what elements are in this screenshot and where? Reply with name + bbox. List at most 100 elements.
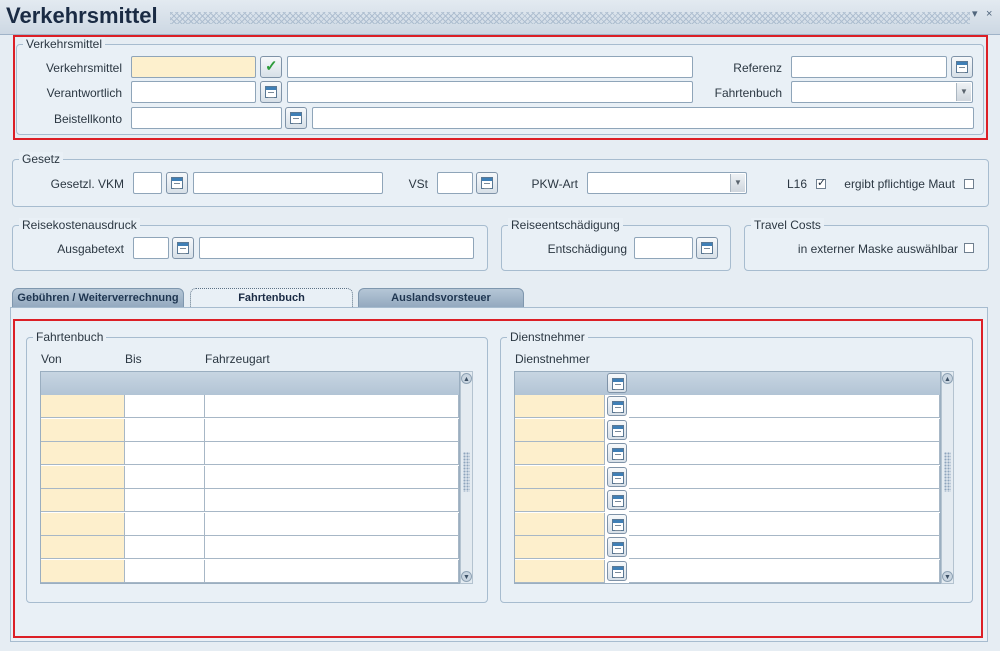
referenz-input[interactable] bbox=[791, 56, 947, 78]
externe-maske-checkbox[interactable] bbox=[964, 243, 974, 253]
vkm-input[interactable] bbox=[133, 172, 162, 194]
table-cell[interactable] bbox=[515, 442, 605, 465]
table-cell[interactable] bbox=[125, 395, 205, 418]
row-lookup-button[interactable] bbox=[607, 560, 627, 581]
tab-auslandsvorsteuer[interactable]: Auslandsvorsteuer bbox=[358, 288, 524, 308]
legend-gesetz: Gesetz bbox=[19, 152, 64, 166]
fahrtenbuch-grid bbox=[40, 371, 460, 584]
table-cell[interactable] bbox=[205, 418, 459, 442]
vkm-lookup-button[interactable] bbox=[166, 172, 188, 194]
table-cell[interactable] bbox=[41, 536, 125, 559]
table-cell[interactable] bbox=[629, 465, 940, 489]
legend-reiseentschaedigung: Reiseentschädigung bbox=[508, 218, 623, 232]
table-cell[interactable] bbox=[515, 465, 605, 489]
table-cell[interactable] bbox=[125, 489, 205, 512]
table-cell[interactable] bbox=[629, 512, 940, 536]
table-cell[interactable] bbox=[205, 465, 459, 489]
minimize-icon[interactable]: ▾ bbox=[972, 9, 982, 20]
table-cell[interactable] bbox=[515, 418, 605, 442]
table-cell[interactable] bbox=[125, 559, 205, 583]
row-lookup-button[interactable] bbox=[607, 537, 627, 557]
table-cell[interactable] bbox=[515, 512, 605, 536]
table-cell[interactable] bbox=[205, 536, 459, 559]
table-cell[interactable] bbox=[125, 465, 205, 489]
l16-checkbox[interactable] bbox=[816, 176, 826, 189]
scroll-down-icon[interactable]: ▼ bbox=[461, 571, 472, 582]
scroll-up-icon[interactable]: ▲ bbox=[942, 373, 953, 384]
verkehrsmittel-code-input[interactable] bbox=[131, 56, 256, 78]
table-cell[interactable] bbox=[41, 442, 125, 465]
row-lookup-button[interactable] bbox=[607, 373, 627, 393]
fahrtenbuch-select[interactable] bbox=[791, 81, 973, 103]
table-cell[interactable] bbox=[205, 489, 459, 512]
table-cell[interactable] bbox=[515, 536, 605, 559]
verkehrsmittel-description-input[interactable] bbox=[287, 56, 693, 78]
table-cell[interactable] bbox=[629, 395, 940, 418]
table-cell[interactable] bbox=[125, 536, 205, 559]
table-cell[interactable] bbox=[125, 418, 205, 442]
table-cell[interactable] bbox=[41, 512, 125, 536]
row-lookup-button[interactable] bbox=[607, 513, 627, 534]
list-icon bbox=[265, 86, 277, 98]
row-lookup-button[interactable] bbox=[607, 490, 627, 510]
list-icon bbox=[612, 378, 624, 390]
entschaedigung-input[interactable] bbox=[634, 237, 693, 259]
scroll-grip-icon[interactable] bbox=[944, 452, 951, 492]
pkw-art-select[interactable] bbox=[587, 172, 747, 194]
entschaedigung-lookup-button[interactable] bbox=[696, 237, 718, 259]
table-cell[interactable] bbox=[515, 559, 605, 583]
verantwortlich-lookup-button[interactable] bbox=[260, 81, 282, 103]
label-externe-maske: in externer Maske auswählbar bbox=[797, 242, 958, 256]
tab-fahrtenbuch[interactable]: Fahrtenbuch bbox=[190, 288, 353, 308]
tab-gebuehren[interactable]: Gebühren / Weiterverrechnung bbox=[12, 288, 184, 308]
table-cell[interactable] bbox=[41, 418, 125, 442]
table-cell[interactable] bbox=[41, 395, 125, 418]
fahrtenbuch-scrollbar[interactable]: ▲ ▼ bbox=[460, 371, 473, 584]
table-cell[interactable] bbox=[125, 442, 205, 465]
maut-checkbox[interactable] bbox=[964, 179, 974, 189]
row-lookup-button[interactable] bbox=[607, 466, 627, 487]
table-cell[interactable] bbox=[205, 512, 459, 536]
table-cell[interactable] bbox=[629, 442, 940, 465]
table-cell[interactable] bbox=[205, 395, 459, 418]
table-cell[interactable] bbox=[629, 418, 940, 442]
ausgabetext-code-input[interactable] bbox=[133, 237, 169, 259]
table-cell[interactable] bbox=[515, 395, 605, 418]
beistellkonto-name-input[interactable] bbox=[312, 107, 974, 129]
vst-input[interactable] bbox=[437, 172, 473, 194]
verantwortlich-name-input[interactable] bbox=[287, 81, 693, 103]
scroll-up-icon[interactable]: ▲ bbox=[461, 373, 472, 384]
verantwortlich-code-input[interactable] bbox=[131, 81, 256, 103]
verkehrsmittel-check-button[interactable]: ✓ bbox=[260, 56, 282, 78]
legend-dienstnehmer-table: Dienstnehmer bbox=[507, 330, 588, 344]
table-cell[interactable] bbox=[41, 465, 125, 489]
list-icon bbox=[481, 177, 493, 189]
table-cell[interactable] bbox=[41, 489, 125, 512]
row-lookup-button[interactable] bbox=[607, 443, 627, 463]
table-cell[interactable] bbox=[205, 559, 459, 583]
vkm-description-input[interactable] bbox=[193, 172, 383, 194]
table-cell[interactable] bbox=[629, 489, 940, 512]
vst-lookup-button[interactable] bbox=[476, 172, 498, 194]
table-cell[interactable] bbox=[629, 536, 940, 559]
ausgabetext-lookup-button[interactable] bbox=[172, 237, 194, 259]
table-cell[interactable] bbox=[125, 512, 205, 536]
referenz-lookup-button[interactable] bbox=[951, 56, 973, 78]
column-header-dienstnehmer: Dienstnehmer bbox=[515, 352, 590, 366]
scroll-down-icon[interactable]: ▼ bbox=[942, 571, 953, 582]
table-cell[interactable] bbox=[205, 442, 459, 465]
scroll-grip-icon[interactable] bbox=[463, 452, 470, 492]
table-cell[interactable] bbox=[41, 559, 125, 583]
ausgabetext-description-input[interactable] bbox=[199, 237, 474, 259]
beistellkonto-code-input[interactable] bbox=[131, 107, 282, 129]
list-icon bbox=[612, 565, 624, 578]
row-lookup-button[interactable] bbox=[607, 419, 627, 440]
label-fahrtenbuch: Fahrtenbuch bbox=[714, 86, 782, 100]
close-icon[interactable]: × bbox=[986, 9, 996, 20]
row-lookup-button[interactable] bbox=[607, 396, 627, 416]
table-cell[interactable] bbox=[629, 559, 940, 583]
beistellkonto-lookup-button[interactable] bbox=[285, 107, 307, 129]
dienstnehmer-scrollbar[interactable]: ▲ ▼ bbox=[941, 371, 954, 584]
list-icon bbox=[612, 401, 624, 413]
table-cell[interactable] bbox=[515, 489, 605, 512]
